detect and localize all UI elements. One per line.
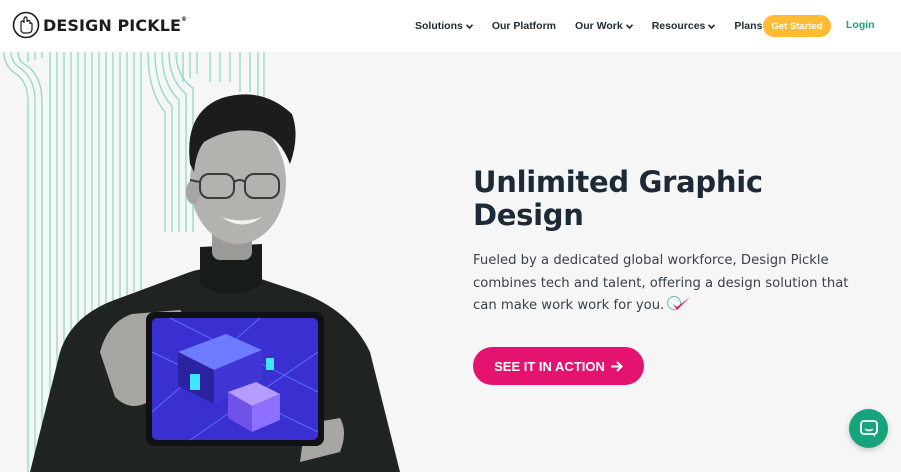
arrow-right-icon bbox=[610, 360, 623, 372]
hero-subtext-text: Fueled by a dedicated global workforce, … bbox=[473, 253, 849, 313]
pickle-hand-logo-icon bbox=[12, 11, 40, 39]
chat-bubble-button[interactable] bbox=[849, 409, 888, 448]
brand-logo[interactable]: DESIGN PICKLE® bbox=[12, 11, 187, 39]
pickle-checkmark-icon bbox=[667, 296, 691, 310]
nav-item-plans[interactable]: Plans bbox=[734, 20, 762, 32]
main-nav: Solutions Our Platform Our Work Resource… bbox=[405, 0, 771, 52]
chevron-down-icon bbox=[625, 23, 633, 29]
brand-name: DESIGN PICKLE® bbox=[43, 15, 188, 35]
chevron-down-icon bbox=[708, 23, 716, 29]
see-it-in-action-label: SEE IT IN ACTION bbox=[494, 358, 605, 374]
nav-item-our-work[interactable]: Our Work bbox=[575, 20, 633, 32]
see-it-in-action-button[interactable]: SEE IT IN ACTION bbox=[473, 347, 644, 385]
chat-bubble-icon bbox=[859, 419, 878, 437]
nav-item-resources[interactable]: Resources bbox=[652, 20, 716, 32]
person-ear bbox=[186, 180, 200, 204]
nav-item-label: Plans bbox=[734, 20, 763, 32]
nav-item-solutions[interactable]: Solutions bbox=[415, 20, 473, 32]
nav-item-label: Our Platform bbox=[491, 20, 557, 32]
site-header: DESIGN PICKLE® Solutions Our Platform Ou… bbox=[0, 0, 901, 52]
get-started-button[interactable]: Get Started bbox=[763, 15, 831, 37]
hero-subtext: Fueled by a dedicated global workforce, … bbox=[473, 250, 853, 318]
nav-item-label: Our Work bbox=[575, 20, 623, 32]
registered-mark: ® bbox=[181, 15, 188, 23]
nav-item-label: Resources bbox=[651, 20, 706, 32]
nav-item-our-platform[interactable]: Our Platform bbox=[492, 20, 556, 32]
chevron-down-icon bbox=[465, 23, 473, 29]
nav-item-label: Solutions bbox=[415, 20, 463, 32]
login-link[interactable]: Login bbox=[846, 19, 875, 31]
hero-illustration bbox=[3, 52, 400, 472]
hero-headline: Unlimited Graphic Design bbox=[473, 165, 763, 232]
